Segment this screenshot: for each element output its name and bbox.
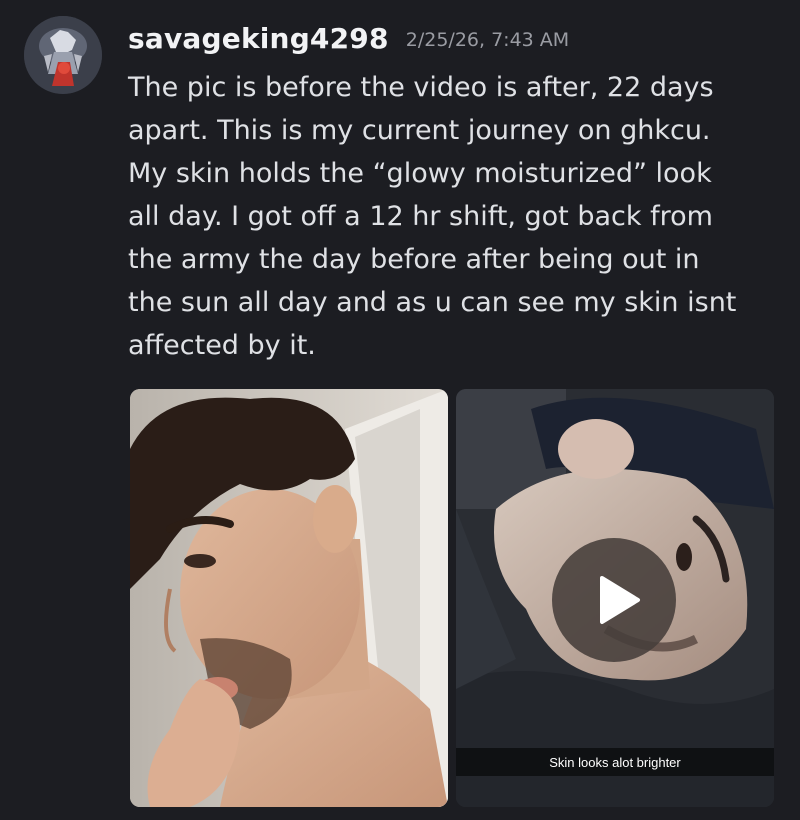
video-caption-bar: Skin looks alot brighter xyxy=(456,748,774,776)
video-caption: Skin looks alot brighter xyxy=(549,754,681,770)
avatar-image xyxy=(24,16,102,94)
user-avatar[interactable] xyxy=(24,16,102,94)
message-header: savageking4298 2/25/26, 7:43 AM xyxy=(128,22,569,55)
play-icon xyxy=(600,576,640,624)
selfie-photo xyxy=(130,389,448,807)
video-attachment[interactable]: Skin looks alot brighter xyxy=(456,389,774,807)
chat-message: savageking4298 2/25/26, 7:43 AM The pic … xyxy=(0,0,800,820)
username[interactable]: savageking4298 xyxy=(128,22,389,55)
photo-attachment[interactable] xyxy=(130,389,448,807)
message-text: The pic is before the video is after, 22… xyxy=(128,72,737,361)
message-timestamp: 2/25/26, 7:43 AM xyxy=(405,29,570,51)
play-button[interactable] xyxy=(552,538,676,662)
attachments: Skin looks alot brighter xyxy=(130,389,775,807)
